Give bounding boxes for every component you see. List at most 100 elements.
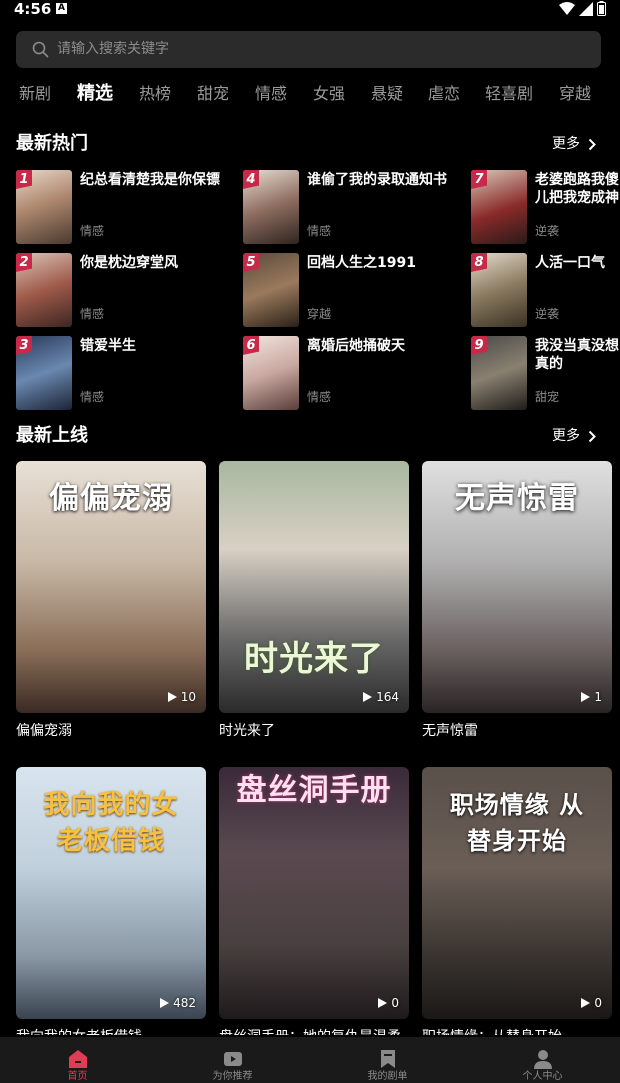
status-icons [559, 1, 606, 16]
drama-cover: 无声惊雷 1 [422, 461, 612, 713]
notification-icon: A [56, 3, 67, 14]
signal-icon [579, 1, 593, 16]
drama-title: 盘丝洞手册：她的复仇是温柔 [219, 1027, 409, 1035]
play-icon [581, 998, 591, 1008]
tab-time-travel[interactable]: 穿越 [559, 80, 591, 108]
tab-heroine[interactable]: 女强 [313, 80, 345, 108]
play-icon [581, 692, 591, 702]
more-label: 更多 [552, 136, 580, 152]
hot-tag: 情感 [80, 224, 105, 238]
hot-title: 老婆跑路我傻儿把我宠成神 [535, 172, 619, 206]
hot-tag: 情感 [307, 390, 332, 404]
hot-tag: 情感 [307, 224, 332, 238]
tab-tragic-romance[interactable]: 虐恋 [428, 80, 460, 108]
rank-badge: 8 [471, 253, 487, 272]
hot-item[interactable]: 3 错爱半生 情感 [16, 336, 231, 410]
drama-card[interactable]: 盘丝洞手册 0 盘丝洞手册：她的复仇是温柔 [219, 767, 409, 1035]
play-count-value: 1 [594, 690, 602, 704]
search-placeholder: 请输入搜索关键字 [57, 41, 169, 57]
drama-card[interactable]: 我向我的女老板借钱 482 我向我的女老板借钱 [16, 767, 206, 1035]
play-count-value: 164 [376, 690, 399, 704]
new-more-link[interactable]: 更多 [552, 426, 596, 446]
nav-playlist-label: 我的剧单 [367, 1071, 408, 1082]
tab-light-comedy[interactable]: 轻喜剧 [485, 80, 533, 108]
cover-title: 时光来了 [244, 639, 384, 679]
drama-title: 时光来了 [219, 723, 275, 739]
drama-cover: 盘丝洞手册 0 [219, 767, 409, 1019]
hot-title: 谁偷了我的录取通知书 [307, 172, 447, 188]
category-tabs: 新剧 精选 热榜 甜宠 情感 女强 悬疑 虐恋 轻喜剧 穿越 [0, 80, 620, 108]
tab-new[interactable]: 新剧 [19, 80, 51, 108]
hot-item[interactable]: 5 回档人生之1991 穿越 [243, 253, 458, 327]
hot-item[interactable]: 1 纪总看清楚我是你保镖 情感 [16, 170, 231, 244]
hot-item[interactable]: 4 谁偷了我的录取通知书 情感 [243, 170, 458, 244]
tab-emotion[interactable]: 情感 [255, 80, 287, 108]
hot-cover: 5 [243, 253, 299, 327]
hot-title: 人活一口气 [535, 255, 605, 271]
tab-featured[interactable]: 精选 [77, 80, 113, 108]
drama-card[interactable]: 职场情缘 从替身开始 0 职场情缘：从替身开始 [422, 767, 612, 1035]
drama-title: 无声惊雷 [422, 723, 478, 739]
play-count: 0 [581, 995, 602, 1011]
hot-title: 我没当真没想真的 [535, 338, 619, 372]
hot-tag: 穿越 [307, 307, 332, 321]
section-title-hot: 最新热门 [16, 133, 88, 154]
play-icon [167, 692, 177, 702]
hot-item[interactable]: 2 你是枕边穿堂风 情感 [16, 253, 231, 327]
hot-more-link[interactable]: 更多 [552, 134, 596, 154]
search-bar[interactable]: 请输入搜索关键字 [16, 31, 601, 68]
video-icon [224, 1052, 242, 1066]
hot-cover: 2 [16, 253, 72, 327]
play-icon [363, 692, 373, 702]
tab-sweet[interactable]: 甜宠 [197, 80, 229, 108]
status-time: 4:56 [14, 0, 52, 18]
drama-cover: 时光来了 164 [219, 461, 409, 713]
drama-cover: 职场情缘 从替身开始 0 [422, 767, 612, 1019]
nav-recommend[interactable]: 为你推荐 [155, 1037, 310, 1083]
nav-profile[interactable]: 个人中心 [465, 1037, 620, 1083]
hot-cover: 3 [16, 336, 72, 410]
hot-item[interactable]: 9 我没当真没想真的 甜宠 [471, 336, 620, 410]
hot-cover: 9 [471, 336, 527, 410]
play-count-value: 10 [180, 690, 196, 704]
drama-cover: 我向我的女老板借钱 482 [16, 767, 206, 1019]
hot-tag: 情感 [80, 307, 105, 321]
nav-recommend-label: 为你推荐 [212, 1071, 253, 1082]
tab-suspense[interactable]: 悬疑 [371, 80, 403, 108]
nav-home-label: 首页 [67, 1071, 88, 1082]
rank-badge: 9 [471, 336, 487, 355]
rank-badge: 6 [243, 336, 259, 355]
nav-playlist[interactable]: 我的剧单 [310, 1037, 465, 1083]
nav-profile-label: 个人中心 [522, 1071, 563, 1082]
rank-badge: 3 [16, 336, 32, 355]
hot-cover: 4 [243, 170, 299, 244]
rank-badge: 7 [471, 170, 487, 189]
hot-item[interactable]: 6 离婚后她捅破天 情感 [243, 336, 458, 410]
play-icon [378, 998, 388, 1008]
more-label: 更多 [552, 428, 580, 444]
drama-title: 我向我的女老板借钱 [16, 1027, 206, 1035]
nav-home[interactable]: 首页 [0, 1037, 155, 1083]
cover-title: 我向我的女老板借钱 [43, 790, 179, 856]
wifi-icon [559, 1, 575, 15]
hot-item[interactable]: 7 老婆跑路我傻儿把我宠成神 逆袭 [471, 170, 620, 244]
hot-tag: 逆袭 [535, 307, 560, 321]
cover-title: 职场情缘 从替身开始 [449, 790, 585, 855]
play-count: 482 [160, 995, 196, 1011]
drama-card[interactable]: 无声惊雷 1 无声惊雷 [422, 461, 612, 745]
drama-card[interactable]: 偏偏宠溺 10 偏偏宠溺 [16, 461, 206, 745]
user-icon [534, 1050, 552, 1069]
hot-item[interactable]: 8 人活一口气 逆袭 [471, 253, 620, 327]
play-count: 1 [581, 689, 602, 705]
play-count: 10 [167, 689, 196, 705]
drama-card[interactable]: 时光来了 164 时光来了 [219, 461, 409, 745]
chevron-right-icon [588, 138, 596, 150]
play-count-value: 0 [391, 996, 399, 1010]
hot-cover: 1 [16, 170, 72, 244]
hot-tag: 情感 [80, 390, 105, 404]
play-count-value: 0 [594, 996, 602, 1010]
hot-title: 错爱半生 [80, 338, 136, 354]
hot-tag: 甜宠 [535, 390, 560, 404]
cover-title: 盘丝洞手册 [236, 773, 392, 808]
tab-trending[interactable]: 热榜 [139, 80, 171, 108]
